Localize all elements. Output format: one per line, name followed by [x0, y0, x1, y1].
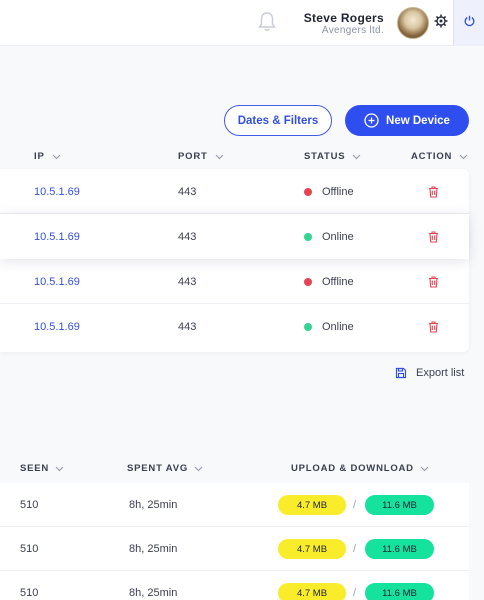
column-header-ip[interactable]: IP — [34, 151, 61, 162]
table-row[interactable]: 510 8h, 25min 4.7 MB / 11.6 MB — [0, 571, 469, 600]
column-header-spent-avg[interactable]: SPENT AVG — [127, 463, 203, 474]
table-row[interactable]: 510 8h, 25min 4.7 MB / 11.6 MB — [0, 483, 469, 527]
download-pill: 11.6 MB — [365, 583, 434, 600]
status-badge: Online — [304, 214, 354, 259]
bell-icon[interactable] — [257, 11, 277, 33]
logout-button[interactable] — [453, 0, 484, 46]
new-device-button[interactable]: New Device — [345, 105, 469, 136]
download-pill: 11.6 MB — [365, 539, 434, 559]
ip-link[interactable]: 10.5.1.69 — [34, 169, 80, 214]
delete-button[interactable] — [428, 169, 439, 214]
status-dot — [304, 277, 312, 286]
port-value: 443 — [178, 230, 197, 243]
user-organization: Avengers ltd. — [321, 25, 384, 36]
delete-button[interactable] — [428, 259, 439, 304]
ip-link[interactable]: 10.5.1.69 — [34, 214, 80, 259]
status-badge: Offline — [304, 259, 354, 304]
table-row[interactable]: 10.5.1.69 443 Online — [0, 304, 469, 349]
seen-value: 510 — [20, 587, 39, 599]
column-header-upload-download[interactable]: UPLOAD & DOWNLOAD — [291, 463, 429, 474]
delete-button[interactable] — [428, 304, 439, 349]
port-value: 443 — [178, 275, 197, 288]
separator: / — [353, 543, 357, 555]
avatar[interactable] — [397, 7, 429, 39]
upload-pill: 4.7 MB — [278, 495, 346, 515]
spent-avg-value: 8h, 25min — [129, 499, 178, 511]
power-icon — [464, 15, 475, 27]
chevron-down-icon — [352, 154, 361, 159]
seen-value: 510 — [20, 543, 39, 555]
status-dot — [304, 322, 312, 331]
spent-avg-value: 8h, 25min — [129, 543, 178, 555]
column-header-port[interactable]: PORT — [178, 151, 224, 162]
separator: / — [353, 587, 357, 599]
upload-pill: 4.7 MB — [278, 539, 346, 559]
separator: / — [353, 499, 357, 511]
dates-filters-button[interactable]: Dates & Filters — [224, 105, 332, 136]
gear-icon[interactable] — [434, 14, 448, 28]
spent-avg-value: 8h, 25min — [129, 587, 178, 599]
chevron-down-icon — [459, 154, 468, 159]
status-badge: Online — [304, 304, 354, 349]
trash-icon — [429, 185, 438, 198]
download-pill: 11.6 MB — [365, 495, 434, 515]
table-row[interactable]: 510 8h, 25min 4.7 MB / 11.6 MB — [0, 527, 469, 571]
save-icon — [395, 367, 407, 379]
chevron-down-icon — [55, 466, 64, 471]
port-value: 443 — [178, 320, 197, 333]
column-header-status[interactable]: STATUS — [304, 151, 361, 162]
devices-table: 10.5.1.69 443 Offline 10.5.1.69 443 Onli… — [0, 169, 469, 352]
export-list-button[interactable]: Export list — [395, 367, 464, 379]
plus-circle-icon — [364, 113, 379, 128]
trash-icon — [429, 320, 438, 333]
ip-link[interactable]: 10.5.1.69 — [34, 304, 80, 349]
upload-pill: 4.7 MB — [278, 583, 346, 600]
user-name: Steve Rogers — [303, 11, 384, 25]
new-device-label: New Device — [386, 114, 450, 127]
delete-button[interactable] — [428, 214, 439, 259]
port-value: 443 — [178, 185, 197, 198]
ip-link[interactable]: 10.5.1.69 — [34, 259, 80, 304]
export-list-label: Export list — [416, 367, 465, 379]
chevron-down-icon — [194, 466, 203, 471]
table-row[interactable]: 10.5.1.69 443 Offline — [0, 169, 469, 214]
seen-value: 510 — [20, 499, 39, 511]
trash-icon — [429, 230, 438, 243]
column-header-action[interactable]: ACTION — [411, 151, 468, 162]
status-dot — [304, 232, 312, 241]
chevron-down-icon — [215, 154, 224, 159]
chevron-down-icon — [52, 154, 61, 159]
trash-icon — [429, 275, 438, 288]
status-badge: Offline — [304, 169, 354, 214]
table-row[interactable]: 10.5.1.69 443 Online — [0, 214, 469, 259]
top-header: Steve Rogers Avengers ltd. — [0, 0, 484, 46]
table-row[interactable]: 10.5.1.69 443 Offline — [0, 259, 469, 304]
chevron-down-icon — [420, 466, 429, 471]
column-header-seen[interactable]: SEEN — [20, 463, 64, 474]
status-dot — [304, 187, 312, 196]
usage-table: 510 8h, 25min 4.7 MB / 11.6 MB 510 8h, 2… — [0, 483, 469, 600]
